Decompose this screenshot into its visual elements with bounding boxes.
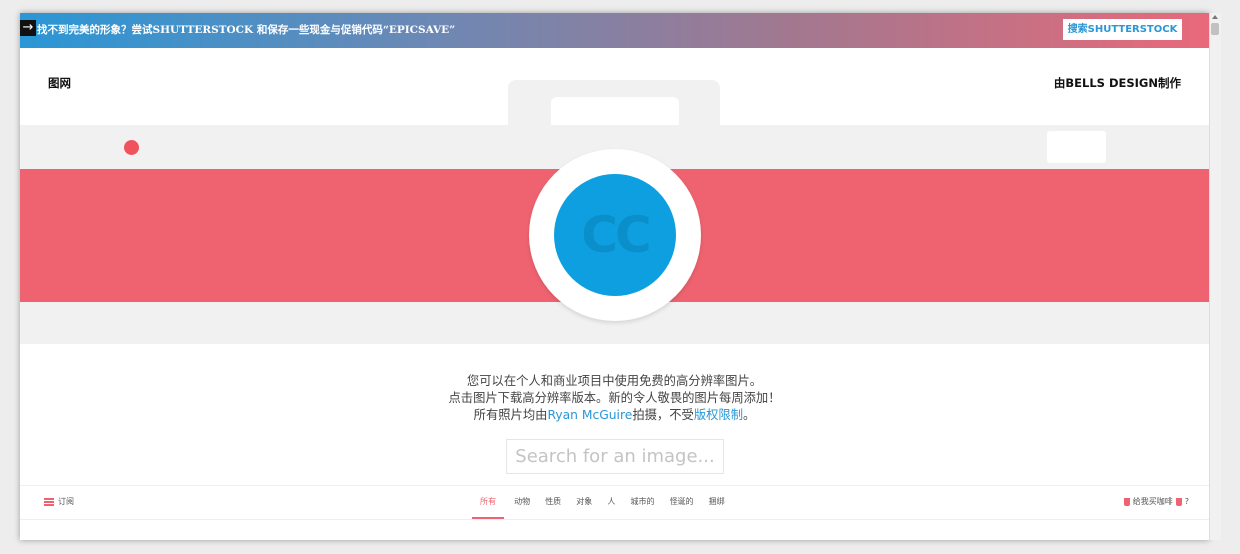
coffee-cup-icon xyxy=(1175,497,1182,506)
camera-viewfinder-inner xyxy=(551,97,679,127)
browser-viewport: → 找不到完美的形象？尝试SHUTTERSTOCK 和保存一些现金与促销代码“E… xyxy=(20,13,1209,540)
category-tabs: 所有 动物 性质 对象 人 城市的 怪诞的 捆绑 xyxy=(472,486,730,519)
tab-bundles[interactable]: 捆绑 xyxy=(704,486,730,517)
search-shutterstock-button[interactable]: 搜索SHUTTERSTOCK xyxy=(1063,19,1182,40)
site-description: 您可以在个人和商业项目中使用免费的高分辨率图片。 点击图片下载高分辨率版本。新的… xyxy=(20,373,1209,424)
coffee-suffix: ? xyxy=(1184,497,1189,506)
coffee-label: 给我买咖啡 xyxy=(1132,497,1173,506)
tab-weird[interactable]: 怪诞的 xyxy=(665,486,699,517)
coffee-cup-icon xyxy=(1123,497,1130,506)
subscribe-button[interactable]: 订阅 xyxy=(44,496,74,507)
description-line-2: 点击图片下载高分辨率版本。新的令人敬畏的图片每周添加！ xyxy=(448,391,781,405)
tab-animals[interactable]: 动物 xyxy=(509,486,535,517)
camera-flash xyxy=(1047,131,1106,163)
creative-commons-icon: CC xyxy=(581,206,651,264)
description-line-3-middle: 拍摄，不受 xyxy=(632,408,694,422)
scroll-up-icon[interactable] xyxy=(1212,15,1218,19)
description-line-3: 所有照片均由Ryan McGuire拍摄，不受版权限制。 xyxy=(20,407,1209,424)
vertical-scrollbar[interactable] xyxy=(1209,13,1221,540)
author-link[interactable]: Ryan McGuire xyxy=(547,408,632,422)
promo-banner: → 找不到完美的形象？尝试SHUTTERSTOCK 和保存一些现金与促销代码“E… xyxy=(20,13,1209,48)
tab-all[interactable]: 所有 xyxy=(472,486,504,519)
site-logo[interactable]: 图网 xyxy=(48,75,71,91)
scroll-thumb[interactable] xyxy=(1211,23,1219,35)
arrow-right-icon: → xyxy=(20,20,36,36)
credit-link[interactable]: 由BELLS DESIGN制作 xyxy=(1054,75,1181,91)
promo-text[interactable]: 找不到完美的形象？尝试SHUTTERSTOCK 和保存一些现金与促销代码“EPI… xyxy=(37,22,455,37)
tab-nature[interactable]: 性质 xyxy=(540,486,566,517)
menu-icon xyxy=(44,497,54,506)
buy-coffee-button[interactable]: 给我买咖啡? xyxy=(1121,496,1189,507)
description-line-1: 您可以在个人和商业项目中使用免费的高分辨率图片。 xyxy=(466,374,763,388)
category-nav: 订阅 所有 动物 性质 对象 人 城市的 怪诞的 捆绑 给我买咖啡? xyxy=(20,485,1209,520)
tab-people[interactable]: 人 xyxy=(602,486,620,517)
tab-urban[interactable]: 城市的 xyxy=(625,486,659,517)
search-input[interactable] xyxy=(506,439,724,474)
description-line-3-suffix: 。 xyxy=(743,408,756,422)
camera-record-dot-icon xyxy=(124,140,139,155)
tab-objects[interactable]: 对象 xyxy=(571,486,597,517)
description-line-3-prefix: 所有照片均由 xyxy=(473,408,548,422)
subscribe-label: 订阅 xyxy=(58,497,74,506)
copyright-link[interactable]: 版权限制 xyxy=(694,408,743,422)
